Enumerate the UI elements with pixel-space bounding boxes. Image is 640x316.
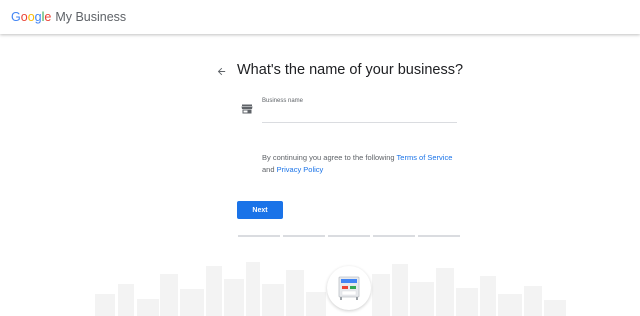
arrow-back-icon bbox=[217, 67, 225, 75]
terms-and-text: and bbox=[262, 164, 277, 174]
progress-step bbox=[373, 235, 415, 237]
google-wordmark: Google bbox=[11, 10, 52, 24]
store-icon bbox=[241, 104, 253, 114]
progress-step bbox=[418, 235, 460, 237]
city-skyline-illustration bbox=[95, 262, 566, 316]
app-header: Google My Business bbox=[0, 0, 640, 34]
back-arrow-button[interactable] bbox=[213, 63, 229, 79]
progress-step bbox=[238, 235, 280, 237]
privacy-policy-link[interactable]: Privacy Policy bbox=[277, 165, 324, 174]
storefront-icon bbox=[338, 276, 360, 300]
google-my-business-logo[interactable]: Google My Business bbox=[11, 10, 126, 24]
progress-indicator bbox=[238, 235, 460, 237]
business-name-input[interactable] bbox=[262, 106, 457, 123]
terms-of-service-link[interactable]: Terms of Service bbox=[397, 153, 453, 162]
progress-step bbox=[283, 235, 325, 237]
product-name: My Business bbox=[55, 10, 127, 24]
terms-prefix-text: By continuing you agree to the following bbox=[262, 153, 397, 162]
storefront-illustration bbox=[327, 266, 371, 310]
progress-step bbox=[328, 235, 370, 237]
terms-notice: By continuing you agree to the following… bbox=[262, 152, 462, 175]
page-title: What's the name of your business? bbox=[237, 62, 464, 78]
business-name-label: Business name bbox=[262, 98, 304, 104]
next-button[interactable]: Next bbox=[237, 201, 283, 219]
